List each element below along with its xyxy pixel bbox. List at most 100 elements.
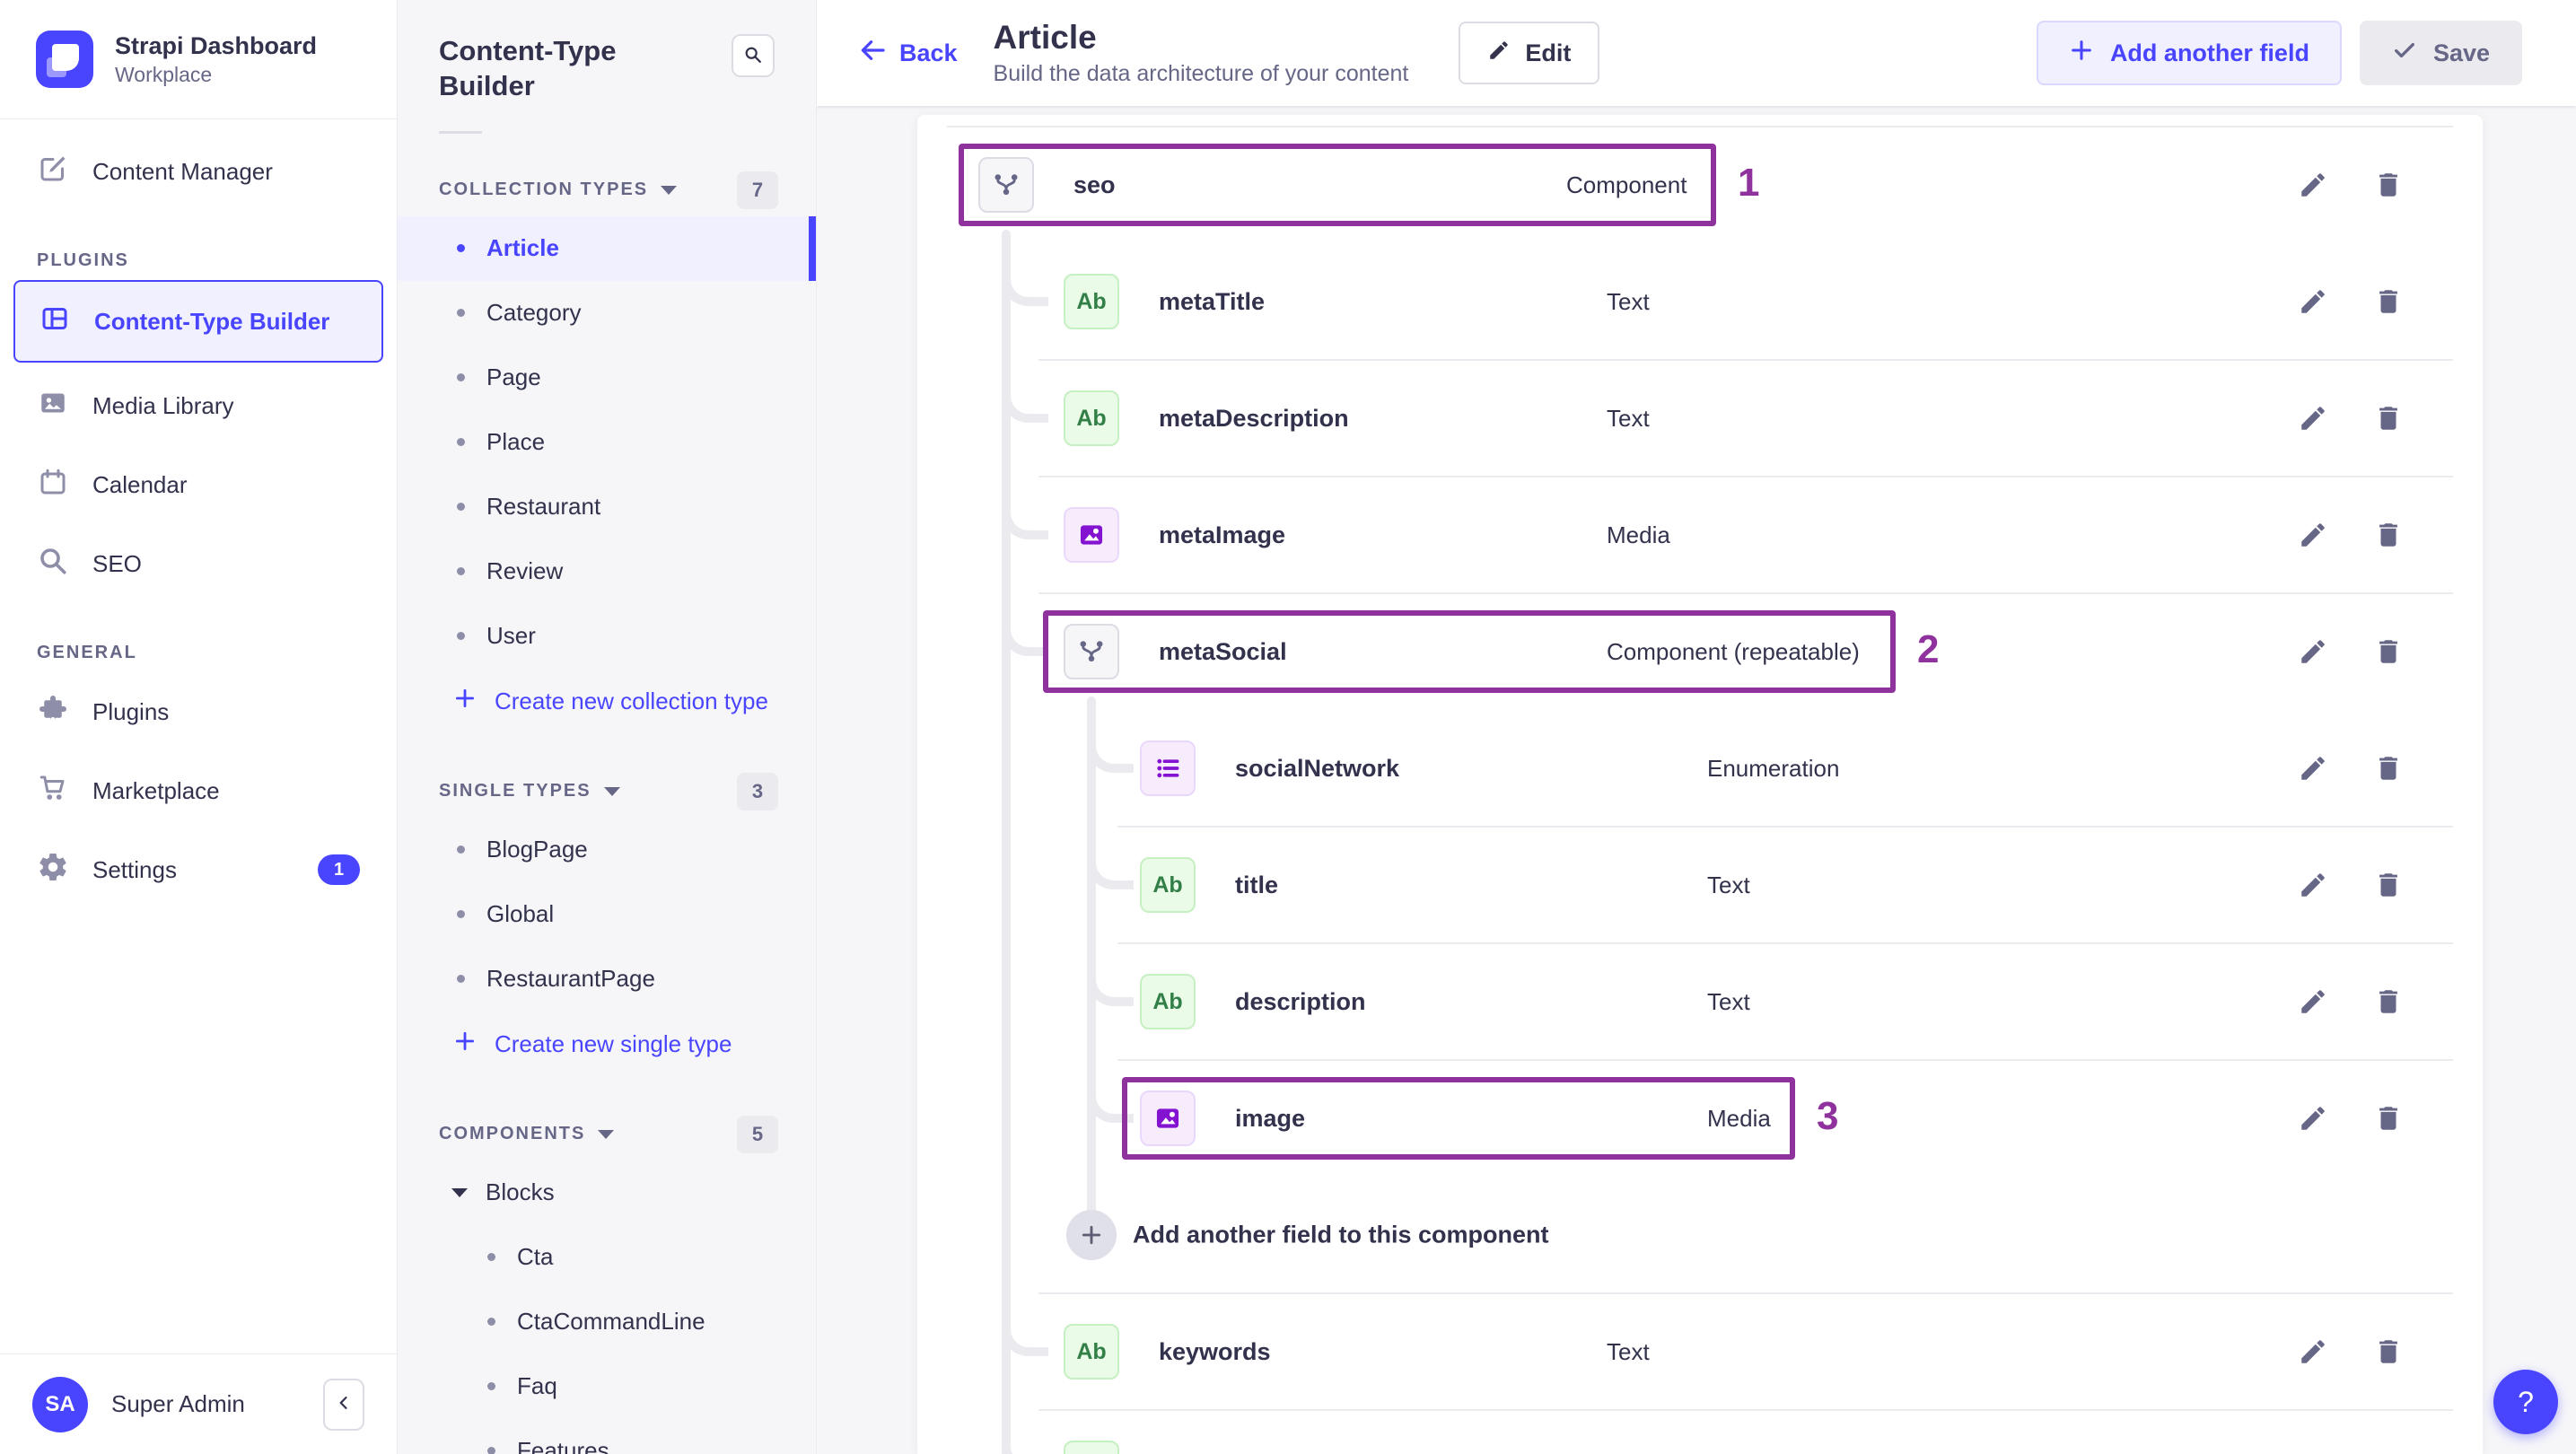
add-field-label: Add another field (2109, 39, 2309, 66)
page-subtitle: Build the data architecture of your cont… (993, 61, 1409, 86)
edit-field-button[interactable] (2298, 986, 2328, 1017)
edit-field-button[interactable] (2298, 520, 2328, 550)
create-link-label: Create new collection type (495, 688, 768, 714)
field-name: socialNetwork (1235, 754, 1400, 782)
builder-sidebar-header: Content-Type Builder (398, 0, 816, 104)
single-type-global[interactable]: Global (398, 882, 816, 947)
create-link-label: Create new single type (495, 1030, 732, 1057)
edit-field-button[interactable] (2298, 870, 2328, 900)
collection-type-place[interactable]: Place (398, 410, 816, 475)
text-badge: Ab (1152, 872, 1183, 898)
bullet-icon (457, 910, 465, 918)
component-cta[interactable]: Cta (398, 1225, 816, 1290)
add-another-field-button[interactable]: Add another field (2036, 21, 2342, 85)
component-group-blocks[interactable]: Blocks (398, 1161, 816, 1225)
component-faq[interactable]: Faq (398, 1354, 816, 1419)
sidebar-item-media-library[interactable]: Media Library (13, 366, 383, 445)
sidebar-item-plugins[interactable]: Plugins (13, 672, 383, 751)
collection-type-page[interactable]: Page (398, 346, 816, 410)
chevron-down-icon (598, 1129, 615, 1139)
user-name: Super Admin (111, 1390, 245, 1417)
delete-field-button[interactable] (2373, 870, 2404, 900)
sidebar-item-content-type-builder[interactable]: Content-Type Builder (13, 280, 383, 363)
bullet-icon (487, 1253, 495, 1261)
field-name: description (1235, 987, 1366, 1015)
bullet-icon (457, 309, 465, 317)
components-header[interactable]: COMPONENTS 5 (439, 1115, 778, 1153)
sidebar-item-calendar[interactable]: Calendar (13, 445, 383, 524)
edit-field-button[interactable] (2298, 636, 2328, 667)
edit-field-button[interactable] (2298, 1103, 2328, 1134)
sidebar-item-seo[interactable]: SEO (13, 524, 383, 603)
sidebar-item-content-manager[interactable]: Content Manager (13, 132, 383, 211)
create-single-type-link[interactable]: Create new single type (398, 1012, 816, 1078)
component-features[interactable]: Features (398, 1419, 816, 1454)
builder-title: Content-Type Builder (439, 35, 617, 101)
add-field-plus-button[interactable] (1066, 1210, 1117, 1260)
page-header: Back Article Build the data architecture… (817, 0, 2576, 106)
search-button[interactable] (732, 34, 775, 77)
bullet-icon (457, 503, 465, 511)
save-label: Save (2432, 39, 2490, 66)
create-collection-type-link[interactable]: Create new collection type (398, 669, 816, 735)
collection-types-header[interactable]: COLLECTION TYPES 7 (439, 171, 778, 209)
chevron-down-icon (661, 185, 678, 195)
edit-button[interactable]: Edit (1459, 22, 1600, 84)
delete-field-button[interactable] (2373, 1103, 2404, 1134)
components-label: COMPONENTS (439, 1124, 586, 1143)
avatar[interactable]: SA (32, 1376, 88, 1432)
edit-field-button[interactable] (2298, 170, 2328, 200)
delete-field-button[interactable] (2373, 636, 2404, 667)
bullet-icon (457, 438, 465, 446)
plus-icon (453, 687, 477, 716)
single-types-header[interactable]: SINGLE TYPES 3 (439, 772, 778, 810)
list-item-label: Place (486, 428, 546, 455)
edit-field-button[interactable] (2298, 753, 2328, 784)
general-section-label: GENERAL (37, 643, 137, 662)
media-field-icon (1064, 507, 1119, 563)
delete-field-button[interactable] (2373, 986, 2404, 1017)
edit-field-button[interactable] (2298, 1336, 2328, 1367)
delete-field-button[interactable] (2373, 1336, 2404, 1367)
save-button[interactable]: Save (2359, 21, 2522, 85)
single-types-label: SINGLE TYPES (439, 781, 591, 801)
back-link[interactable]: Back (858, 36, 958, 71)
collection-type-user[interactable]: User (398, 604, 816, 669)
delete-field-button[interactable] (2373, 170, 2404, 200)
delete-field-button[interactable] (2373, 403, 2404, 434)
single-type-blogpage[interactable]: BlogPage (398, 818, 816, 882)
chevron-down-icon (451, 1187, 468, 1197)
sidebar-item-label: Marketplace (92, 776, 220, 804)
collapse-sidebar-button[interactable] (323, 1378, 364, 1431)
settings-notification-badge: 1 (318, 854, 360, 885)
edit-field-button[interactable] (2298, 286, 2328, 317)
delete-field-button[interactable] (2373, 286, 2404, 317)
bullet-icon (457, 975, 465, 983)
sidebar-item-label: Content-Type Builder (94, 307, 330, 335)
collection-type-category[interactable]: Category (398, 281, 816, 346)
field-row-seo: seo Component 1 (917, 127, 2483, 243)
text-field-icon: Ab (1140, 857, 1196, 913)
single-type-restaurantpage[interactable]: RestaurantPage (398, 947, 816, 1012)
collection-type-review[interactable]: Review (398, 539, 816, 604)
collection-type-restaurant[interactable]: Restaurant (398, 475, 816, 539)
add-field-to-component-label[interactable]: Add another field to this component (1133, 1222, 1548, 1249)
delete-field-button[interactable] (2373, 520, 2404, 550)
collection-type-article[interactable]: Article (398, 215, 816, 281)
list-item-label: Page (486, 364, 541, 390)
collection-types-count: 7 (737, 171, 778, 209)
component-ctacommandline[interactable]: CtaCommandLine (398, 1290, 816, 1354)
sidebar-item-marketplace[interactable]: Marketplace (13, 751, 383, 830)
sidebar-item-settings[interactable]: Settings 1 (13, 830, 383, 909)
field-name: metaImage (1159, 521, 1286, 548)
edit-field-button[interactable] (2298, 403, 2328, 434)
group-label: Blocks (486, 1178, 555, 1205)
plus-icon (2069, 38, 2094, 69)
list-item-label: Cta (517, 1243, 554, 1270)
chevron-left-icon (335, 1394, 353, 1415)
cart-icon (37, 772, 69, 810)
help-button[interactable]: ? (2493, 1370, 2558, 1434)
delete-field-button[interactable] (2373, 753, 2404, 784)
edit-label: Edit (1525, 39, 1572, 66)
field-row-metaimage: metaImage Media (917, 476, 2483, 593)
